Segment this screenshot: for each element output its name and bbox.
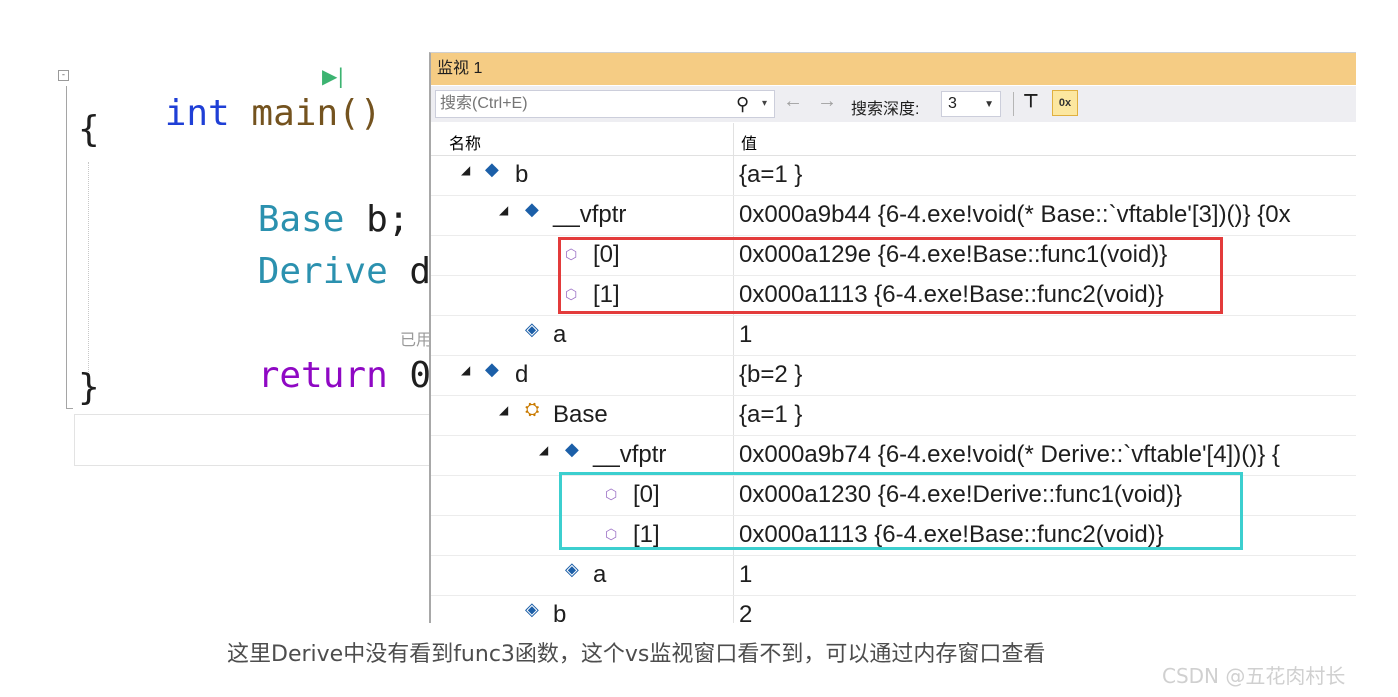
column-header-value[interactable]: 值 [741, 130, 757, 154]
search-dropdown-icon[interactable]: ▾ [762, 91, 767, 117]
keyword-return: return [257, 355, 388, 396]
search-icon[interactable]: ⚲ [736, 91, 749, 117]
field-icon: ◈ [565, 559, 579, 579]
table-row[interactable]: ◢ ◆ __vfptr 0x000a9b74 {6-4.exe!void(* D… [431, 436, 1356, 476]
search-input[interactable] [438, 91, 722, 117]
highlight-box-cyan [559, 472, 1243, 550]
search-depth-select[interactable]: 3 ▼ [941, 91, 1001, 117]
expand-triangle-icon[interactable]: ◢ [539, 443, 548, 457]
code-editor[interactable]: - int main() ▶| { Base b; Derive d; retu… [52, 50, 453, 470]
table-row[interactable]: ◈ a 1 [431, 556, 1356, 596]
function-name-main: main() [251, 93, 382, 134]
row-value: {a=1 } [739, 161, 803, 188]
highlight-box-red [558, 237, 1223, 314]
row-name: b [553, 601, 567, 623]
scope-guide [66, 86, 73, 409]
expand-triangle-icon[interactable]: ◢ [461, 163, 470, 177]
row-value: 2 [739, 601, 753, 623]
watermark: CSDN @五花肉村长 [1162, 664, 1346, 688]
object-icon: ◆ [485, 359, 499, 379]
row-value: {a=1 } [739, 401, 803, 428]
toolbar-divider [1013, 92, 1014, 116]
row-value: 1 [739, 561, 753, 588]
row-name: d [515, 361, 529, 388]
vptr-icon: ◆ [565, 439, 579, 459]
table-row[interactable]: ◢ ⛭ Base {a=1 } [431, 396, 1356, 436]
search-box[interactable]: ⚲ ▾ [435, 90, 775, 118]
chevron-down-icon: ▼ [984, 99, 994, 110]
keyword-int: int [164, 93, 230, 134]
table-row[interactable]: ◢ ◆ d {b=2 } [431, 356, 1356, 396]
watch-title: 监视 1 [437, 60, 483, 77]
run-to-cursor-icon[interactable]: ▶| [322, 64, 344, 88]
editor-empty-area [74, 414, 437, 466]
column-header-name[interactable]: 名称 [449, 130, 481, 154]
row-value: 0x000a9b44 {6-4.exe!void(* Base::`vftabl… [739, 201, 1291, 228]
row-name: a [593, 561, 607, 588]
row-value: 1 [739, 321, 753, 348]
field-icon: ◈ [525, 599, 539, 619]
row-name: a [553, 321, 567, 348]
code-line-close-brace: } [78, 367, 100, 408]
row-name: b [515, 161, 529, 188]
watch-toolbar: ⚲ ▾ ← → 搜索深度: 3 ▼ ⊤ 0x [431, 86, 1356, 122]
caption-text: 这里Derive中没有看到func3函数，这个vs监视窗口看不到，可以通过内存窗… [227, 642, 1046, 667]
collapse-toggle-icon[interactable]: - [58, 70, 69, 81]
row-name: __vfptr [593, 441, 667, 468]
vptr-icon: ◆ [525, 199, 539, 219]
row-value: 0x000a9b74 {6-4.exe!void(* Derive::`vfta… [739, 441, 1280, 468]
forward-arrow-icon[interactable]: → [817, 90, 837, 113]
watch-title-bar[interactable]: 监视 1 [431, 53, 1356, 85]
table-row[interactable]: ◈ a 1 [431, 316, 1356, 356]
expand-triangle-icon[interactable]: ◢ [499, 403, 508, 417]
table-row[interactable]: ◢ ◆ __vfptr 0x000a9b44 {6-4.exe!void(* B… [431, 196, 1356, 236]
grid-header: 名称 值 [431, 123, 1356, 156]
search-depth-value: 3 [948, 95, 957, 112]
type-derive: Derive [257, 251, 388, 292]
row-value: {b=2 } [739, 361, 803, 388]
back-arrow-icon[interactable]: ← [783, 90, 803, 113]
elapsed-hint: 已用 [400, 330, 433, 349]
field-icon: ◈ [525, 319, 539, 339]
expand-triangle-icon[interactable]: ◢ [499, 203, 508, 217]
indent-guide [88, 162, 89, 402]
base-class-icon: ⛭ [525, 399, 540, 419]
code-line-open-brace: { [78, 109, 100, 150]
object-icon: ◆ [485, 159, 499, 179]
code-line-derive-decl: Derive d; [171, 212, 453, 332]
table-row[interactable]: ◈ b 2 [431, 596, 1356, 623]
hex-display-icon[interactable]: 0x [1052, 90, 1078, 116]
row-name: Base [553, 401, 608, 428]
expand-triangle-icon[interactable]: ◢ [461, 363, 470, 377]
search-depth-label: 搜索深度: [851, 101, 920, 118]
table-row[interactable]: ◢ ◆ b {a=1 } [431, 156, 1356, 196]
row-name: __vfptr [553, 201, 627, 228]
pin-icon[interactable]: ⊤ [1023, 91, 1039, 112]
